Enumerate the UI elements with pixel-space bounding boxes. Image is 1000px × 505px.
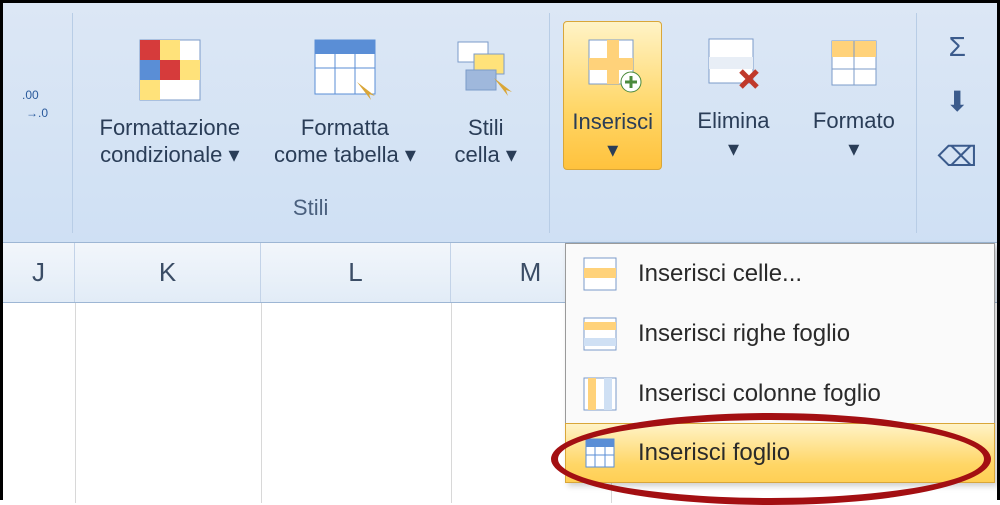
insert-cells-icon	[580, 254, 620, 294]
svg-text:→.0: →.0	[26, 106, 48, 120]
conditional-formatting-button[interactable]: Formattazione condizionale ▾	[92, 28, 249, 175]
insert-rows-icon	[580, 314, 620, 354]
cells-group: Inserisci ▾ Elimina ▾	[550, 13, 918, 233]
delete-button-label: Elimina ▾	[697, 107, 769, 162]
menu-item-insert-rows[interactable]: Inserisci righe foglio	[566, 304, 994, 364]
svg-text:.00: .00	[22, 88, 39, 102]
column-header[interactable]: L	[261, 243, 451, 302]
menu-item-insert-cells[interactable]: Inserisci celle...	[566, 244, 994, 304]
insert-icon	[577, 28, 649, 100]
insert-dropdown-menu: Inserisci celle... Inserisci righe fogli…	[565, 243, 995, 483]
format-as-table-button[interactable]: Formatta come tabella ▾	[266, 28, 424, 175]
ribbon: .00→.0	[3, 3, 997, 243]
column-header[interactable]: J	[3, 243, 75, 302]
menu-item-label: Inserisci righe foglio	[638, 320, 850, 348]
menu-item-label: Inserisci celle...	[638, 260, 802, 288]
insert-sheet-icon	[580, 433, 620, 473]
insert-columns-icon	[580, 374, 620, 414]
insert-button[interactable]: Inserisci ▾	[563, 21, 662, 170]
menu-item-insert-columns[interactable]: Inserisci colonne foglio	[566, 364, 994, 424]
cell-styles-label: Stili cella ▾	[455, 114, 517, 169]
insert-button-label: Inserisci ▾	[572, 108, 653, 163]
editing-group: Σ ⬇ ⌫	[917, 13, 997, 233]
conditional-formatting-label: Formattazione condizionale ▾	[100, 114, 241, 169]
menu-item-label: Inserisci foglio	[638, 439, 790, 467]
delete-icon	[697, 27, 769, 99]
delete-button[interactable]: Elimina ▾	[689, 21, 777, 168]
styles-group: Formattazione condizionale ▾ Form	[73, 13, 550, 233]
format-button[interactable]: Formato ▾	[805, 21, 903, 168]
format-button-label: Formato ▾	[813, 107, 895, 162]
cell-styles-button[interactable]: Stili cella ▾	[442, 28, 530, 175]
styles-group-label: Stili	[73, 189, 549, 233]
cell-styles-icon	[450, 34, 522, 106]
format-icon	[818, 27, 890, 99]
conditional-formatting-icon	[134, 34, 206, 106]
column-header[interactable]: K	[75, 243, 261, 302]
autosum-icon[interactable]: Σ	[949, 31, 966, 63]
app-window: .00→.0	[0, 0, 1000, 500]
fill-icon[interactable]: ⬇	[946, 85, 969, 118]
number-group: .00→.0	[13, 13, 73, 233]
format-as-table-label: Formatta come tabella ▾	[274, 114, 416, 169]
menu-item-label: Inserisci colonne foglio	[638, 380, 881, 408]
clear-icon[interactable]: ⌫	[937, 140, 977, 173]
menu-item-insert-sheet[interactable]: Inserisci foglio	[565, 423, 995, 483]
format-as-table-icon	[309, 34, 381, 106]
decrease-decimal-icon[interactable]: .00→.0	[20, 81, 64, 125]
